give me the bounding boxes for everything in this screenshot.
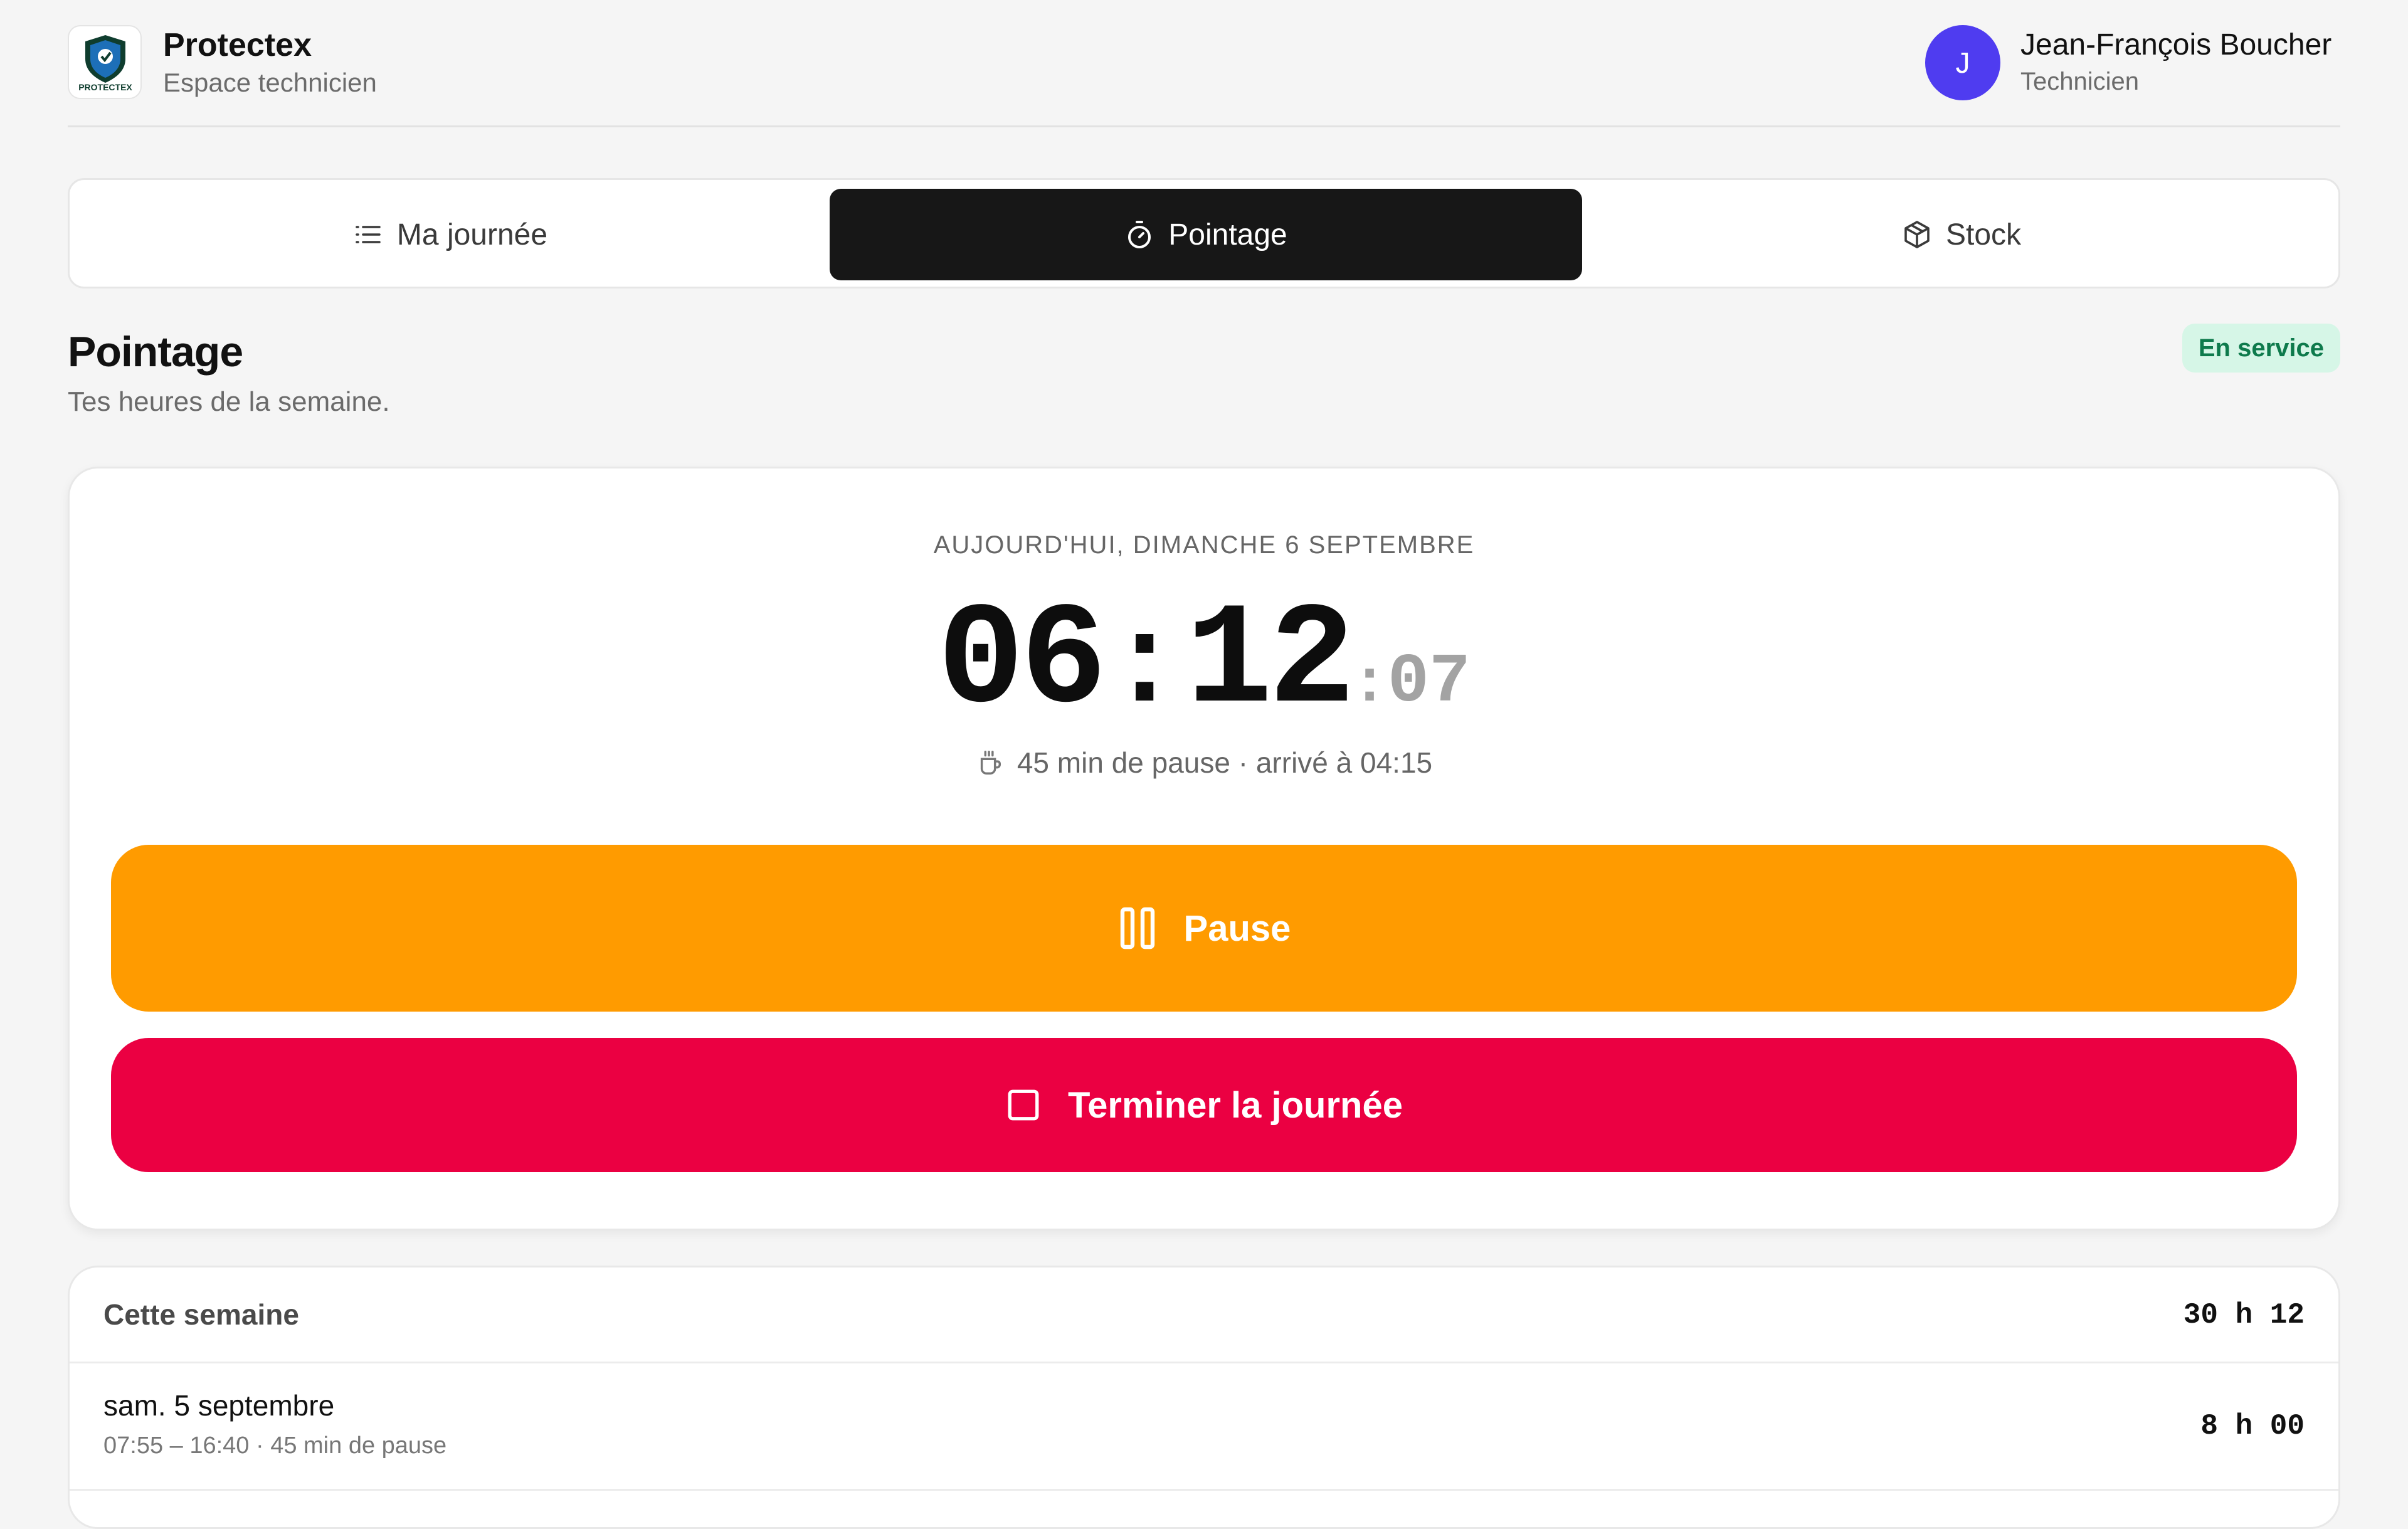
page-title: Pointage bbox=[68, 328, 243, 376]
tab-bar: Ma journée Pointage Stock bbox=[68, 178, 2340, 288]
user-name: Jean-François Boucher bbox=[2020, 28, 2332, 61]
coffee-icon bbox=[980, 751, 1001, 775]
timer-seconds: 07 bbox=[1387, 643, 1471, 722]
tab-label: Stock bbox=[1945, 218, 2022, 251]
tab-pointage[interactable]: Pointage bbox=[830, 189, 1582, 280]
day-detail: 07:55 – 16:40 · 45 min de pause bbox=[103, 1432, 447, 1459]
timer-minutes: 12 bbox=[1186, 581, 1355, 744]
stop-square-icon bbox=[1008, 1089, 1039, 1121]
day-row[interactable]: sam. 5 septembre 07:55 – 16:40 · 45 min … bbox=[70, 1363, 2338, 1491]
brand-logo: PROTECTEX bbox=[68, 25, 142, 99]
week-header: Cette semaine 30 h 12 bbox=[70, 1267, 2338, 1363]
timer-seconds-colon: : bbox=[1351, 650, 1388, 719]
tab-label: Ma journée bbox=[396, 218, 548, 251]
pause-info: 45 min de pause · arrivé à 04:15 bbox=[70, 746, 2338, 780]
brand-name: Protectex bbox=[163, 27, 312, 63]
pause-icon bbox=[1120, 907, 1154, 950]
tab-stock[interactable]: Stock bbox=[1590, 189, 2333, 280]
svg-text:PROTECTEX: PROTECTEX bbox=[78, 82, 132, 92]
pause-button-label: Pause bbox=[1183, 907, 1291, 949]
brand-subtitle: Espace technicien bbox=[163, 68, 377, 97]
week-summary-card: Cette semaine 30 h 12 sam. 5 septembre 0… bbox=[68, 1266, 2340, 1529]
tab-ma-journee[interactable]: Ma journée bbox=[78, 189, 822, 280]
timer-colon: : bbox=[1107, 596, 1183, 739]
shield-logo-icon: PROTECTEX bbox=[78, 35, 132, 92]
timer-hours: 06 bbox=[937, 581, 1107, 744]
list-icon bbox=[356, 226, 381, 243]
date-label: AUJOURD'HUI, DIMANCHE 6 SEPTEMBRE bbox=[933, 531, 1475, 559]
pause-info-text: 45 min de pause · arrivé à 04:15 bbox=[1017, 746, 1433, 779]
day-total: 8 h 00 bbox=[2200, 1410, 2305, 1442]
tab-label: Pointage bbox=[1168, 218, 1287, 251]
user-role: Technicien bbox=[2020, 68, 2140, 95]
end-day-button-label: Terminer la journée bbox=[1068, 1084, 1403, 1126]
stopwatch-icon bbox=[1128, 221, 1151, 248]
clock-card: AUJOURD'HUI, DIMANCHE 6 SEPTEMBRE 06:12:… bbox=[68, 467, 2340, 1230]
pause-button[interactable]: Pause bbox=[111, 845, 2297, 1012]
end-day-button[interactable]: Terminer la journée bbox=[111, 1038, 2297, 1172]
status-badge: En service bbox=[2182, 324, 2340, 373]
top-header: PROTECTEX Protectex Espace technicien J … bbox=[68, 0, 2340, 127]
week-total: 30 h 12 bbox=[2183, 1299, 2305, 1331]
elapsed-timer: 06:12:07 bbox=[70, 581, 2338, 744]
day-name: sam. 5 septembre bbox=[103, 1389, 335, 1422]
app-container: PROTECTEX Protectex Espace technicien J … bbox=[68, 0, 2340, 1529]
user-avatar[interactable]: J bbox=[1925, 25, 2000, 100]
week-title: Cette semaine bbox=[103, 1298, 299, 1331]
page-subtitle: Tes heures de la semaine. bbox=[68, 386, 390, 417]
package-icon bbox=[1904, 221, 1930, 248]
